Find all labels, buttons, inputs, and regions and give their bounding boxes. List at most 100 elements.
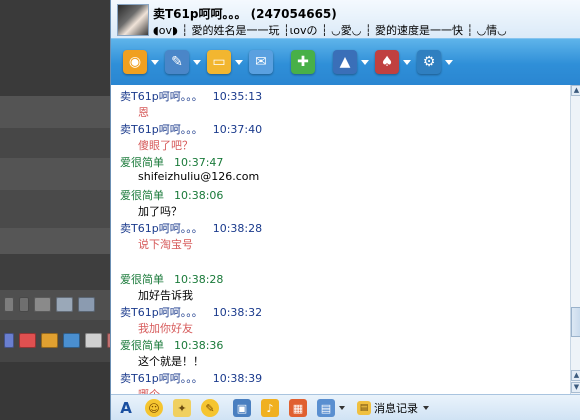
message-text: 说下淘宝号: [138, 238, 193, 251]
message-time: 10:37:40: [212, 123, 263, 136]
add-item-button[interactable]: ✚: [291, 48, 331, 76]
chat-window: 卖T61p呵呵。。。 (247054665) ◖ov◗ ┆ 愛的姓名是一一玩 ┆…: [110, 0, 580, 420]
bg-band: [0, 228, 114, 254]
message-sender[interactable]: 卖T61p呵呵。。。: [120, 222, 203, 235]
gift-icon[interactable]: ▦: [289, 399, 307, 417]
message-header: 爱很简单 10:38:28: [120, 271, 223, 287]
hat-icon: ▲: [333, 50, 357, 74]
message-time: 10:38:06: [174, 189, 224, 202]
message-time: 10:37:47: [174, 156, 224, 169]
link-icon[interactable]: [34, 296, 51, 312]
message-header: 爱很简单 10:38:36: [120, 337, 223, 353]
bg-band: [0, 190, 114, 228]
bg-band: [0, 128, 114, 158]
message-sender[interactable]: 卖T61p呵呵。。。: [120, 306, 203, 319]
chevron-down-icon[interactable]: [403, 59, 411, 65]
message-text: 我加你好友: [138, 322, 193, 335]
input-toolbar: A ☺ ✦ ✎ ▣ ♪ ▦ ▤ ▤ 消息记录: [111, 394, 580, 420]
bg-band: [0, 362, 114, 420]
apps-button[interactable]: ⚙: [417, 48, 457, 76]
bg-band: [0, 0, 114, 96]
message-sender[interactable]: 爱很简单: [120, 189, 164, 202]
message-time: 10:38:28: [212, 222, 263, 235]
music-icon[interactable]: ♪: [261, 399, 279, 417]
message-header: 卖T61p呵呵。。。 10:38:28: [120, 220, 262, 236]
message-history: 卖T61p呵呵。。。 10:35:13 恩卖T61p呵呵。。。 10:37:40 傻眼了…: [111, 85, 570, 394]
message-sender[interactable]: 爱很简单: [120, 273, 164, 286]
list-icon[interactable]: [4, 296, 14, 312]
emoticon-icon[interactable]: ☺: [145, 399, 163, 417]
emoticon-icon[interactable]: [63, 332, 80, 348]
message-sender[interactable]: 卖T61p呵呵。。。: [120, 372, 203, 385]
games-button[interactable]: ♠: [375, 48, 415, 76]
chat-toolbar: ◉ ✎ ▭ ✉ ✚ ▲ ♠ ⚙: [111, 38, 580, 86]
message-text: 加了吗？: [138, 205, 182, 218]
message-sender[interactable]: 爱很简单: [120, 339, 164, 352]
history-icon: ▤: [357, 401, 371, 415]
apps-icon: ⚙: [417, 50, 441, 74]
message-sender[interactable]: 卖T61p呵呵。。。: [120, 90, 203, 103]
message-text: shifeizhuliu@126.com: [138, 170, 260, 183]
screenshot-icon[interactable]: ▣: [233, 399, 251, 417]
emoticon-icon[interactable]: [85, 332, 102, 348]
microphone-icon: ✎: [165, 50, 189, 74]
message-header: 卖T61p呵呵。。。 10:38:32: [120, 304, 262, 320]
message-header: 卖T61p呵呵。。。 10:37:40: [120, 121, 262, 137]
scribble-icon[interactable]: ✎: [201, 399, 219, 417]
chevron-down-icon[interactable]: [193, 59, 201, 65]
chevron-down-icon: [423, 406, 429, 410]
emoticon-icon[interactable]: [4, 332, 14, 348]
message-text: 加好告诉我: [138, 289, 193, 302]
message-sender[interactable]: 爱很简单: [120, 156, 164, 169]
chevron-down-icon[interactable]: [445, 59, 453, 65]
message-sender[interactable]: 卖T61p呵呵。。。: [120, 123, 203, 136]
image-icon[interactable]: [78, 296, 95, 312]
message-time: 10:38:36: [174, 339, 224, 352]
message-text: 傻眼了吧？: [138, 139, 193, 152]
voice-chat-button[interactable]: ✎: [165, 48, 205, 76]
folder-icon: ▭: [207, 50, 231, 74]
bg-toolbar-row: [4, 296, 95, 312]
message-header: 爱很简单 10:38:06: [120, 187, 223, 203]
doc-icon[interactable]: ▤: [317, 399, 335, 417]
scroll-up-button[interactable]: ▲: [571, 85, 580, 96]
remote-button[interactable]: ▲: [333, 48, 373, 76]
list-icon[interactable]: [19, 296, 29, 312]
chevron-down-icon[interactable]: [151, 59, 159, 65]
message-time: 10:35:13: [212, 90, 263, 103]
magic-face-icon[interactable]: ✦: [173, 399, 191, 417]
message-text: 恩: [138, 106, 149, 119]
history-label: 消息记录: [374, 402, 418, 415]
message-header: 爱很简单 10:37:47: [120, 154, 223, 170]
chevron-down-icon[interactable]: [339, 406, 345, 410]
send-file-button[interactable]: ▭: [207, 48, 247, 76]
emoticon-icon[interactable]: [41, 332, 58, 348]
scroll-thumb[interactable]: [571, 307, 580, 337]
envelope-icon: ✉: [249, 50, 273, 74]
video-chat-button[interactable]: ◉: [123, 48, 163, 76]
bg-band: [0, 158, 114, 190]
bg-band: [0, 96, 114, 128]
contact-title: 卖T61p呵呵。。。 (247054665): [153, 7, 337, 21]
message-header: 卖T61p呵呵。。。 10:38:39: [120, 370, 262, 386]
mail-icon[interactable]: [56, 296, 73, 312]
message-scrollbar[interactable]: ▲ ▲ ▼: [570, 85, 580, 394]
font-icon[interactable]: A: [117, 399, 135, 417]
chevron-down-icon[interactable]: [235, 59, 243, 65]
send-sms-button[interactable]: ✉: [249, 48, 289, 76]
title-bar[interactable]: 卖T61p呵呵。。。 (247054665) ◖ov◗ ┆ 愛的姓名是一一玩 ┆…: [111, 0, 580, 38]
chevron-down-icon[interactable]: [361, 59, 369, 65]
scroll-down-button[interactable]: ▲: [571, 370, 580, 381]
contact-avatar[interactable]: [117, 4, 149, 36]
message-text: 这个就是！！: [138, 355, 204, 368]
message-time: 10:38:32: [212, 306, 263, 319]
message-header: 卖T61p呵呵。。。 10:35:13: [120, 88, 262, 104]
emoticon-icon[interactable]: [19, 332, 36, 348]
scroll-down-button[interactable]: ▼: [571, 382, 580, 393]
message-time: 10:38:28: [174, 273, 224, 286]
webcam-icon: ◉: [123, 50, 147, 74]
message-history-button[interactable]: ▤ 消息记录: [357, 399, 429, 417]
message-text: 哪个: [138, 386, 160, 394]
add-doc-icon: ✚: [291, 50, 315, 74]
bg-emoticon-row: [4, 332, 114, 348]
